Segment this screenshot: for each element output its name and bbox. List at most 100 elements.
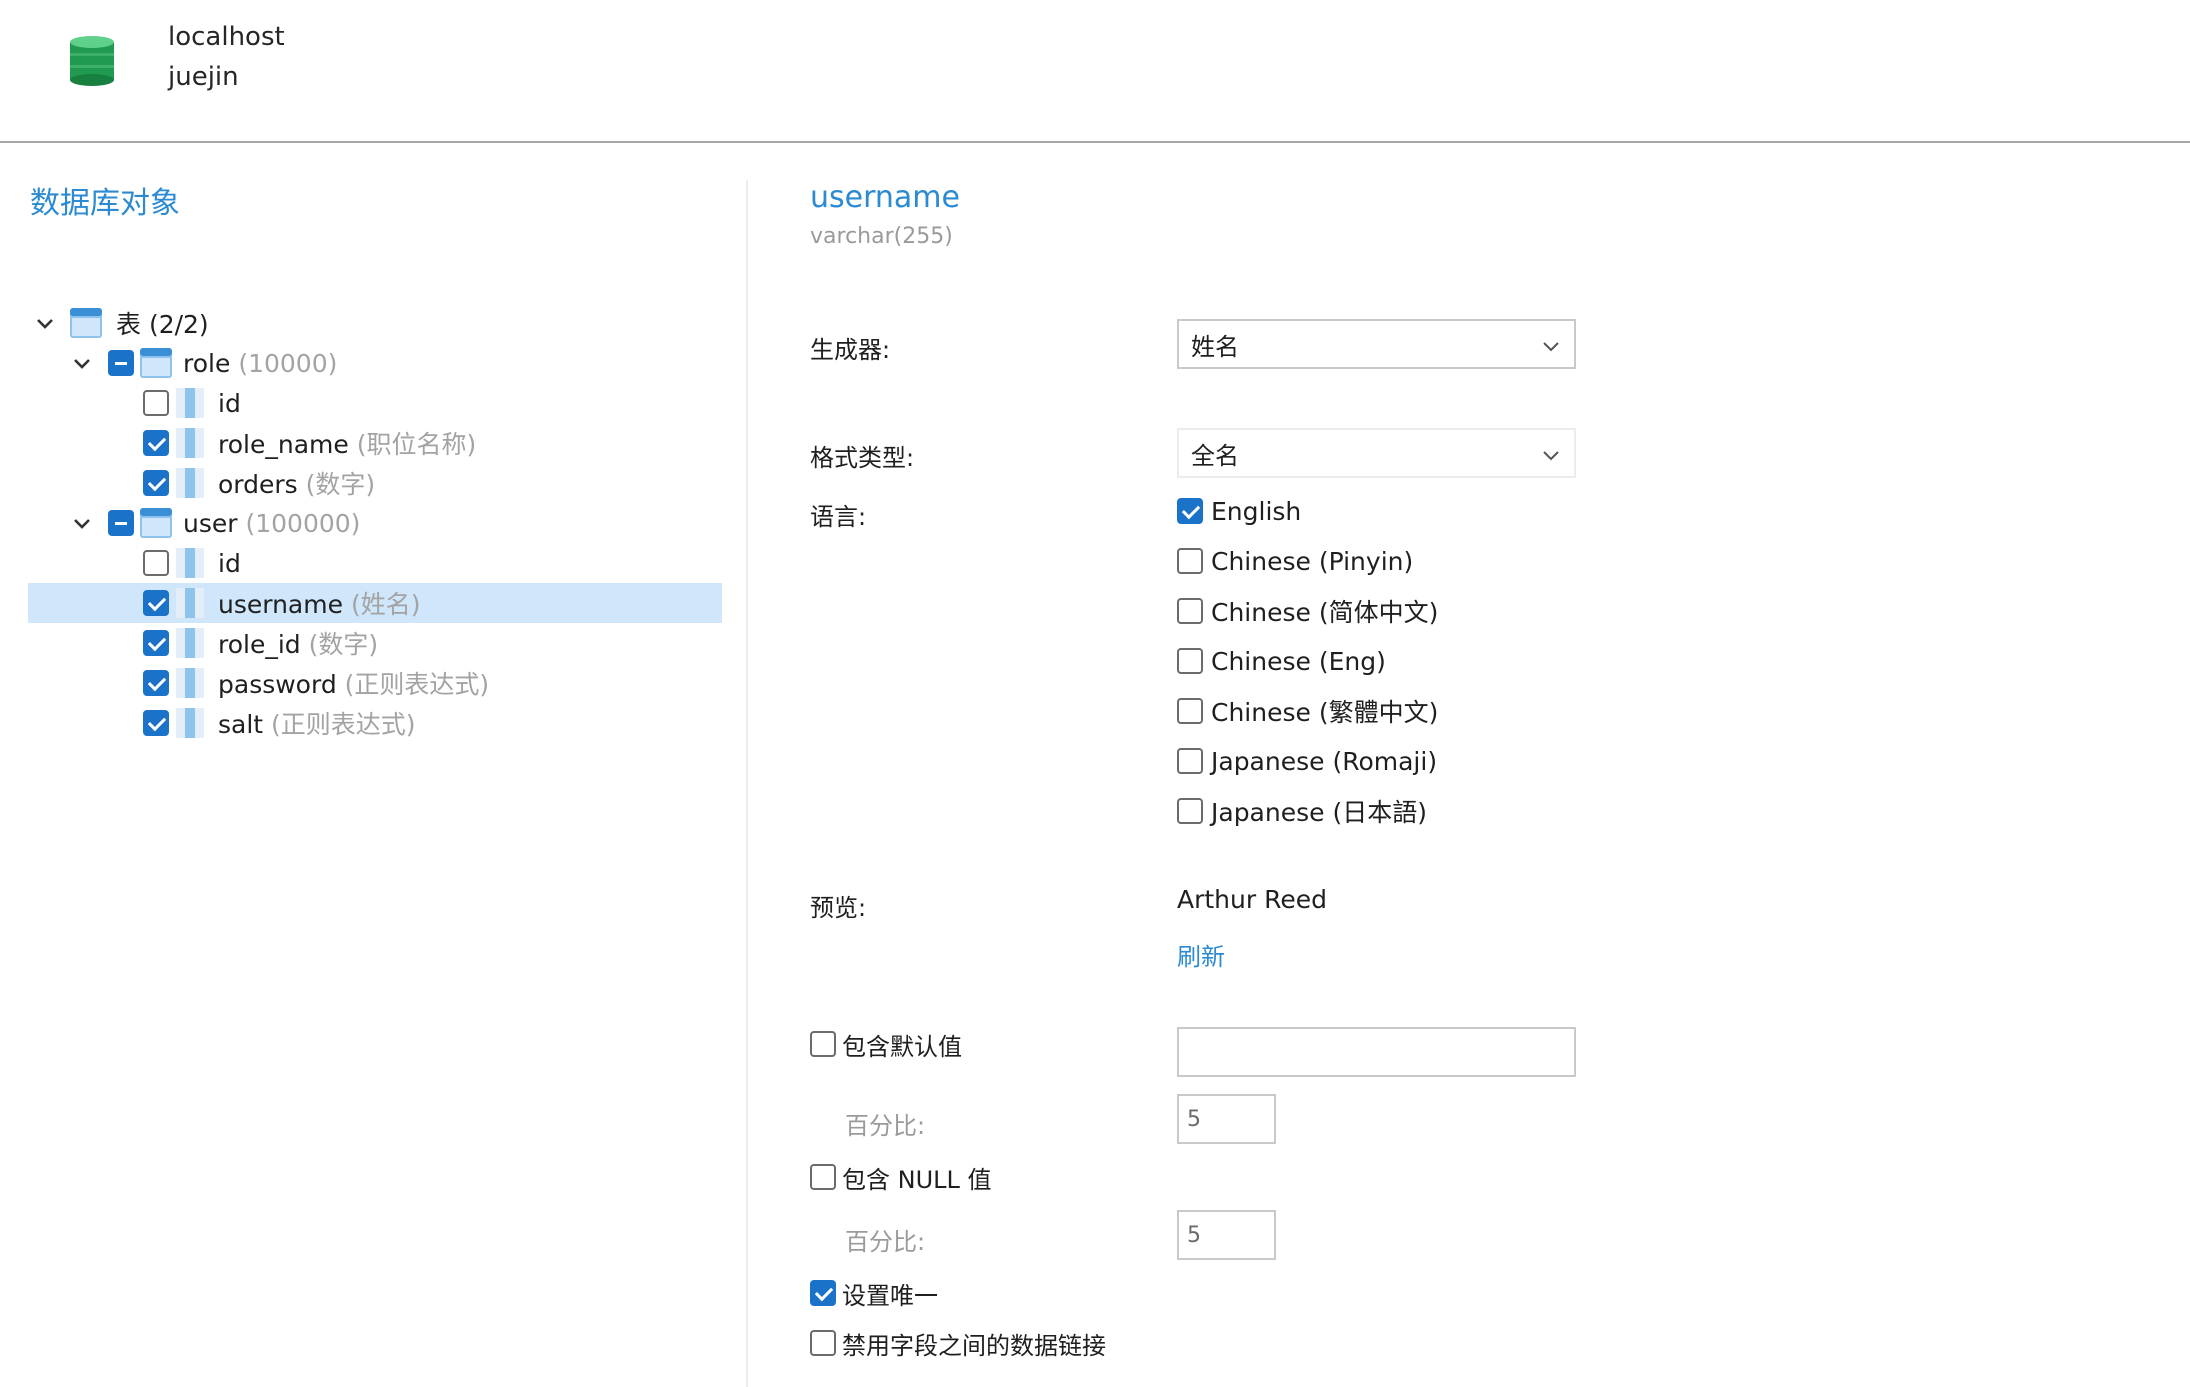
format-select[interactable]: 全名 <box>1177 428 1576 478</box>
language-checkbox[interactable] <box>1177 748 1203 774</box>
column-name: role_id <box>218 630 301 659</box>
default-percent-input[interactable]: 5 <box>1177 1094 1276 1144</box>
language-option-chinese-eng[interactable]: Chinese (Eng) <box>1177 644 1386 678</box>
format-value: 全名 <box>1191 441 1239 470</box>
column-name: username <box>218 590 343 619</box>
column-name: password <box>218 670 337 699</box>
database-icon <box>70 36 114 86</box>
generator-value: 姓名 <box>1191 332 1239 361</box>
column-checkbox[interactable] <box>143 630 169 656</box>
language-option-japanese[interactable]: Japanese (日本語) <box>1177 794 1427 828</box>
column-name: role_name <box>218 430 349 459</box>
tree-column-row-selected[interactable]: username (姓名) <box>28 583 722 623</box>
null-percent-label: 百分比: <box>845 1228 926 1256</box>
column-checkbox[interactable] <box>143 470 169 496</box>
column-name: salt <box>218 710 264 739</box>
tree-root-tables[interactable]: 表 (2/2) <box>28 303 722 343</box>
preview-value: Arthur Reed <box>1177 885 1327 914</box>
language-option-japanese-romaji[interactable]: Japanese (Romaji) <box>1177 744 1437 778</box>
column-checkbox[interactable] <box>143 710 169 736</box>
unique-option[interactable]: 设置唯一 <box>810 1276 938 1310</box>
default-percent-label: 百分比: <box>845 1112 926 1140</box>
generator-select[interactable]: 姓名 <box>1177 319 1576 369</box>
table-role-checkbox[interactable] <box>108 350 134 376</box>
language-option-label: Chinese (繁體中文) <box>1211 698 1439 727</box>
default-value-option[interactable]: 包含默认值 <box>810 1027 962 1061</box>
table-icon <box>140 508 172 538</box>
disable-link-option[interactable]: 禁用字段之间的数据链接 <box>810 1326 1106 1360</box>
chevron-down-icon[interactable] <box>71 512 93 534</box>
tree-column-row[interactable]: id <box>28 383 722 423</box>
null-value-checkbox[interactable] <box>810 1164 836 1190</box>
tree-column-row[interactable]: id <box>28 543 722 583</box>
column-hint: (正则表达式) <box>344 670 490 699</box>
chevron-down-icon[interactable] <box>34 312 56 334</box>
column-icon <box>176 708 204 738</box>
refresh-link[interactable]: 刷新 <box>1177 937 1225 972</box>
null-value-label: 包含 NULL 值 <box>842 1165 992 1194</box>
tree-column-row[interactable]: role_name (职位名称) <box>28 423 722 463</box>
tree-table-role[interactable]: role (10000) <box>28 343 722 383</box>
field-type: varchar(255) <box>810 224 953 249</box>
chevron-down-icon <box>1543 451 1559 461</box>
null-value-option[interactable]: 包含 NULL 值 <box>810 1160 992 1194</box>
tree-root-label: 表 (2/2) <box>116 310 209 339</box>
column-icon <box>176 468 204 498</box>
column-checkbox[interactable] <box>143 590 169 616</box>
language-checkbox[interactable] <box>1177 798 1203 824</box>
column-checkbox[interactable] <box>143 670 169 696</box>
language-option-chinese-simplified[interactable]: Chinese (简体中文) <box>1177 594 1438 628</box>
language-checkbox[interactable] <box>1177 598 1203 624</box>
column-checkbox[interactable] <box>143 550 169 576</box>
null-percent-input[interactable]: 5 <box>1177 1210 1276 1260</box>
language-checkbox[interactable] <box>1177 498 1203 524</box>
tree-column-row[interactable]: password (正则表达式) <box>28 663 722 703</box>
preview-label: 预览: <box>810 894 867 922</box>
table-role-count: (10000) <box>238 348 338 378</box>
default-value-input[interactable] <box>1177 1027 1576 1077</box>
generator-label: 生成器: <box>810 336 891 364</box>
table-icon <box>140 348 172 378</box>
tree-column-row[interactable]: orders (数字) <box>28 463 722 503</box>
tree-table-user[interactable]: user (100000) <box>28 503 722 543</box>
column-hint: (职位名称) <box>356 430 477 459</box>
language-option-english[interactable]: English <box>1177 494 1301 528</box>
tree-column-row[interactable]: salt (正则表达式) <box>28 703 722 743</box>
panel-divider <box>746 180 748 1387</box>
language-option-chinese-pinyin[interactable]: Chinese (Pinyin) <box>1177 544 1413 578</box>
column-icon <box>176 548 204 578</box>
table-user-count: (100000) <box>245 508 361 538</box>
table-role-name: role <box>183 348 231 378</box>
tree-column-row[interactable]: role_id (数字) <box>28 623 722 663</box>
language-option-label: Chinese (简体中文) <box>1211 598 1439 627</box>
column-hint: (数字) <box>308 630 379 659</box>
language-checkbox[interactable] <box>1177 548 1203 574</box>
column-name: orders <box>218 470 298 499</box>
unique-checkbox[interactable] <box>810 1280 836 1306</box>
default-value-checkbox[interactable] <box>810 1031 836 1057</box>
column-icon <box>176 388 204 418</box>
language-option-label: Japanese (Romaji) <box>1211 746 1438 776</box>
default-value-label: 包含默认值 <box>842 1032 962 1061</box>
language-checkbox[interactable] <box>1177 648 1203 674</box>
language-option-chinese-traditional[interactable]: Chinese (繁體中文) <box>1177 694 1438 728</box>
column-checkbox[interactable] <box>143 390 169 416</box>
language-option-label: Japanese (日本語) <box>1211 798 1427 827</box>
language-option-label: English <box>1211 496 1302 526</box>
chevron-down-icon[interactable] <box>71 352 93 374</box>
language-option-label: Chinese (Pinyin) <box>1211 546 1414 576</box>
table-user-checkbox[interactable] <box>108 510 134 536</box>
format-label: 格式类型: <box>810 444 915 472</box>
column-name: id <box>218 388 241 418</box>
connection-header: localhost juejin <box>0 0 2190 143</box>
language-option-label: Chinese (Eng) <box>1211 646 1386 676</box>
disable-link-checkbox[interactable] <box>810 1330 836 1356</box>
field-title: username <box>810 180 960 215</box>
chevron-down-icon <box>1543 342 1559 352</box>
column-icon <box>176 628 204 658</box>
column-icon <box>176 668 204 698</box>
language-checkbox[interactable] <box>1177 698 1203 724</box>
unique-label: 设置唯一 <box>842 1281 938 1310</box>
column-checkbox[interactable] <box>143 430 169 456</box>
column-name: id <box>218 548 241 578</box>
